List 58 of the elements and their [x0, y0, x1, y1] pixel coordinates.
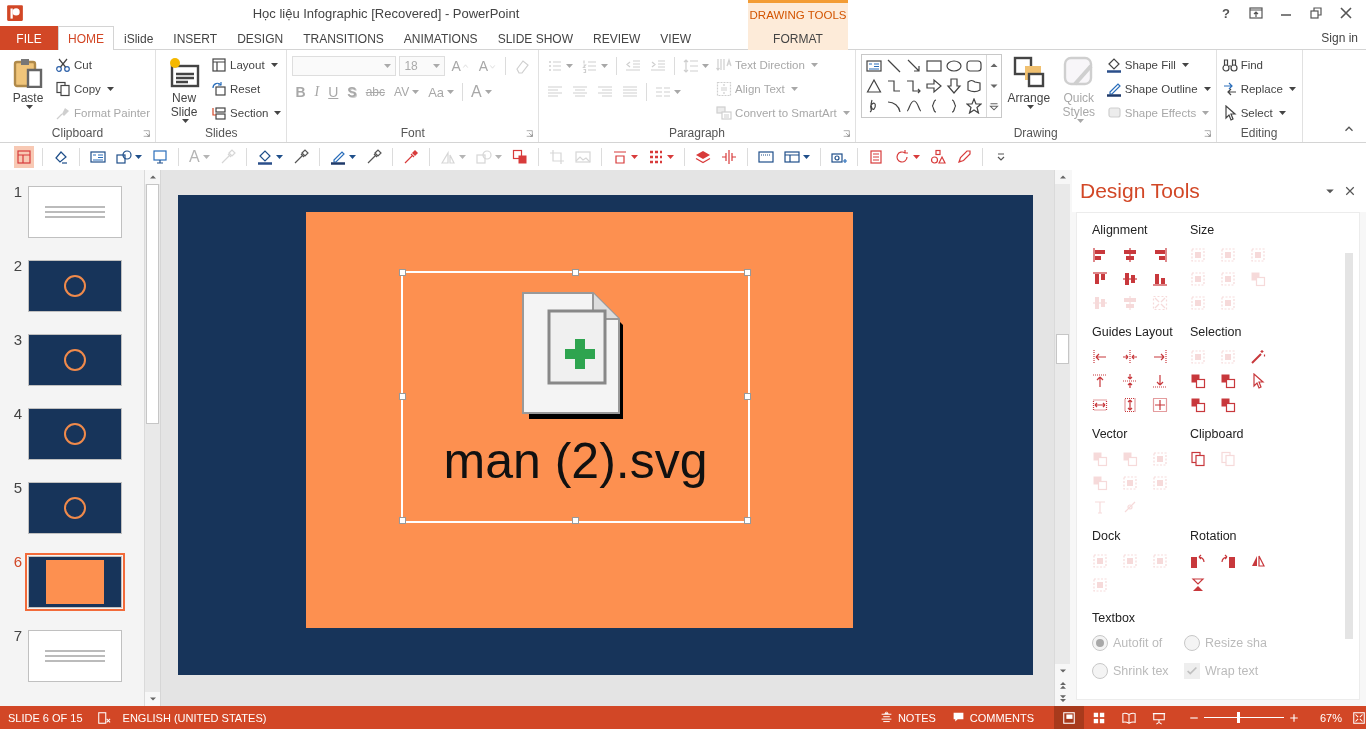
section-title: Textbox — [1092, 611, 1137, 625]
section-title: Guides Layout — [1092, 325, 1174, 339]
zoom-level[interactable]: 67% — [1308, 711, 1342, 724]
placeholder-text: man (2).svg — [443, 433, 708, 489]
ribbon-button[interactable]: Layout — [211, 54, 282, 76]
slide-number: 3 — [12, 331, 23, 348]
group-label: Slides — [204, 126, 238, 140]
slide-number: 7 — [12, 627, 23, 644]
ribbon-button[interactable]: Replace — [1221, 78, 1296, 100]
comments-button[interactable]: COMMENTS — [951, 711, 1034, 724]
ribbon-button[interactable]: Select — [1221, 102, 1296, 124]
tab[interactable]: HOME — [58, 26, 114, 51]
slide-number: 6 — [12, 553, 23, 570]
ribbon-button[interactable]: Find — [1221, 54, 1296, 76]
tab[interactable]: REVIEW — [583, 26, 651, 50]
slide-number: 1 — [12, 183, 23, 200]
ribbon-button[interactable]: Copy — [55, 78, 151, 100]
slide-number: 2 — [12, 257, 23, 274]
tab[interactable]: ANIMATIONS — [393, 26, 488, 50]
tab[interactable]: TRANSITIONS — [293, 26, 394, 50]
ribbon-button[interactable]: Shape Outline — [1105, 78, 1211, 100]
ribbon-button[interactable]: Shape Fill — [1105, 54, 1211, 76]
slide-number: 5 — [12, 479, 23, 496]
tab[interactable]: VIEW — [650, 26, 701, 50]
group-label: Paragraph — [668, 126, 725, 140]
section-title: Alignment — [1092, 223, 1149, 237]
ribbon-button[interactable]: Reset — [211, 78, 282, 100]
slide-counter: SLIDE 6 OF 15 — [8, 711, 83, 724]
tab[interactable]: SLIDE SHOW — [487, 26, 583, 50]
tab[interactable]: iSlide — [114, 26, 164, 50]
language-label[interactable]: ENGLISH (UNITED STATES) — [122, 711, 267, 724]
tab[interactable]: FORMAT — [748, 26, 848, 50]
section-title: Vector — [1092, 427, 1129, 441]
tab[interactable]: INSERT — [163, 26, 228, 50]
group-label: Clipboard — [51, 126, 104, 140]
ribbon-button[interactable]: Section — [211, 102, 282, 124]
help-button[interactable]: ? — [1212, 2, 1240, 24]
context-tab-label: DRAWING TOOLS — [748, 0, 848, 26]
ribbon-button[interactable]: New Slide — [161, 54, 208, 123]
panel-title: Design Tools — [1080, 179, 1201, 203]
group-label: Drawing — [1013, 126, 1058, 140]
file-tab[interactable]: FILE — [0, 26, 58, 50]
section-title: Size — [1190, 223, 1216, 237]
group-label: Font — [400, 126, 425, 140]
ribbon-button[interactable]: Cut — [55, 54, 151, 76]
notes-button[interactable]: NOTES — [879, 711, 936, 724]
ribbon-button[interactable]: Paste — [5, 54, 51, 109]
tab[interactable]: DESIGN — [227, 26, 294, 50]
section-title: Selection — [1190, 325, 1243, 339]
section-title: Dock — [1092, 529, 1122, 543]
section-title: Clipboard — [1190, 427, 1245, 441]
group-label: Editing — [1240, 126, 1278, 140]
ribbon-button[interactable]: Arrange — [1005, 54, 1052, 109]
slide-number: 4 — [12, 405, 23, 422]
window-title: Học liệu Infographic [Recovered] - PowerPoint — [251, 5, 521, 21]
section-title: Rotation — [1190, 529, 1238, 543]
image-placeholder[interactable]: man (2).svg — [401, 271, 750, 523]
sign-in-link[interactable]: Sign in — [1321, 30, 1358, 45]
